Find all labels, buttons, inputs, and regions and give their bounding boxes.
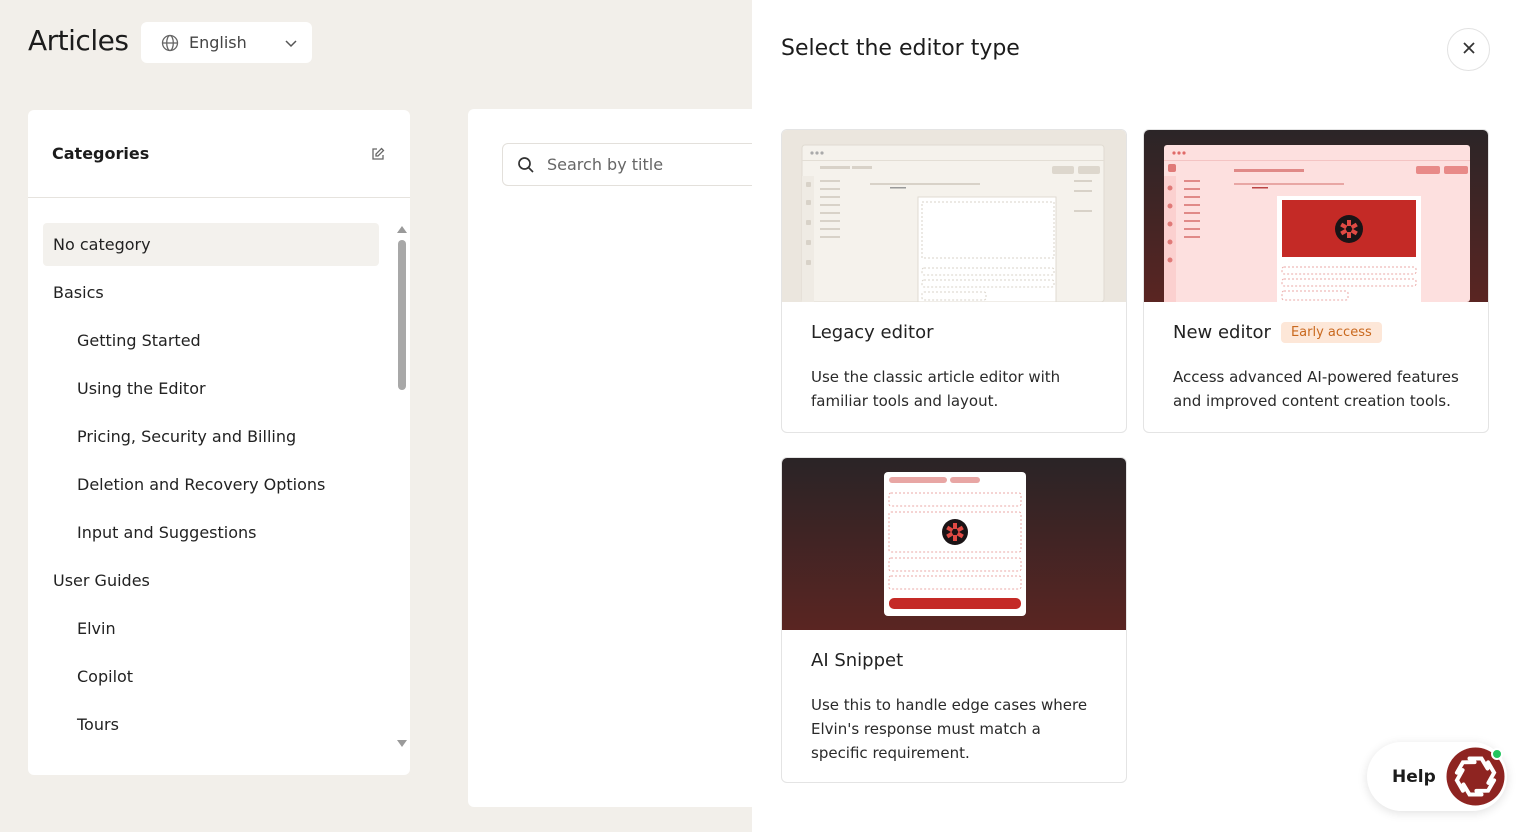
new-editor-title: New editor Early access [1173,322,1459,343]
legacy-editor-card[interactable]: Legacy editor Use the classic article ed… [781,129,1127,433]
new-editor-name: New editor [1173,322,1271,343]
category-item-copilot[interactable]: Copilot [43,655,379,698]
scrollbar-thumb[interactable] [398,240,406,390]
search-icon [517,156,535,174]
category-item-no-category[interactable]: No category [43,223,379,266]
close-button[interactable] [1447,28,1490,71]
search-input[interactable]: Search by title [502,143,782,186]
ai-snippet-description: Use this to handle edge cases where Elvi… [811,696,1088,762]
language-value: English [189,33,247,52]
category-item-user-guides[interactable]: User Guides [43,559,379,602]
legacy-editor-description: Use the classic article editor with fami… [811,368,1061,410]
new-editor-preview [1144,130,1488,302]
editor-type-drawer: Select the editor type Legacy editor Use… [752,0,1520,832]
language-select[interactable]: English [141,22,312,63]
online-status-dot [1491,748,1503,760]
scroll-down-arrow-icon[interactable] [397,740,407,747]
chevron-down-icon [284,36,298,50]
categories-header: Categories [28,110,410,198]
category-item-input-suggestions[interactable]: Input and Suggestions [43,511,379,554]
new-editor-description: Access advanced AI-powered features and … [1173,368,1459,410]
category-item-elvin[interactable]: Elvin [43,607,379,650]
ai-snippet-preview [782,458,1126,630]
search-placeholder: Search by title [547,155,664,174]
page-title: Articles [28,24,129,57]
categories-title: Categories [52,144,150,163]
early-access-badge: Early access [1280,322,1382,343]
legacy-editor-name: Legacy editor [811,322,934,343]
edit-icon[interactable] [370,146,386,162]
ai-snippet-name: AI Snippet [811,650,904,671]
close-icon [1462,40,1476,59]
legacy-editor-preview [782,130,1126,302]
categories-panel: Categories No category Basics Getting St… [28,110,410,775]
category-item-pricing-security-billing[interactable]: Pricing, Security and Billing [43,415,379,458]
articles-list-panel: Search by title [468,109,782,807]
drawer-title: Select the editor type [781,36,1020,61]
category-item-using-the-editor[interactable]: Using the Editor [43,367,379,410]
new-editor-card[interactable]: New editor Early access Access advanced … [1143,129,1489,433]
category-item-getting-started[interactable]: Getting Started [43,319,379,362]
category-item-deletion-recovery[interactable]: Deletion and Recovery Options [43,463,379,506]
help-button[interactable]: Help [1367,742,1507,811]
category-list: No category Basics Getting Started Using… [43,223,379,751]
scroll-up-arrow-icon[interactable] [397,226,407,233]
ai-snippet-card[interactable]: AI Snippet Use this to handle edge cases… [781,457,1127,783]
category-item-basics[interactable]: Basics [43,271,379,314]
category-item-tours[interactable]: Tours [43,703,379,746]
help-label: Help [1392,766,1436,787]
globe-icon [161,34,179,52]
